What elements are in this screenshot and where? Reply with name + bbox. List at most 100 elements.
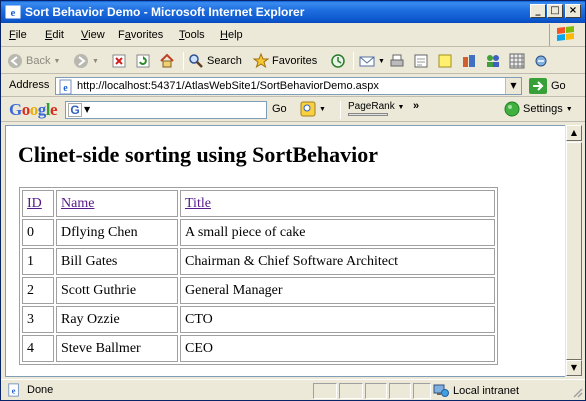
employee-table: ID Name Title 0 Dflying Chen A small pie… xyxy=(19,187,498,365)
cell-name: Ray Ozzie xyxy=(56,306,178,333)
people-icon xyxy=(487,55,499,67)
resize-grip-icon[interactable] xyxy=(571,386,583,398)
title-bar[interactable]: e Sort Behavior Demo - Microsoft Interne… xyxy=(1,1,585,23)
window-title: Sort Behavior Demo - Microsoft Internet … xyxy=(25,5,305,19)
forward-button[interactable]: ▼ xyxy=(73,51,99,71)
favorites-label: Favorites xyxy=(272,55,318,67)
tool-icon xyxy=(535,55,547,67)
mail-icon xyxy=(359,56,375,67)
menu-help[interactable]: Help xyxy=(220,29,243,41)
mail-dropdown-icon: ▼ xyxy=(378,57,385,65)
pagerank-bar xyxy=(348,113,388,116)
edit-button[interactable] xyxy=(413,51,429,71)
sort-link-title[interactable]: Title xyxy=(185,196,211,211)
standard-toolbar: Back ▼ ▼ Search Favorites ▼ xyxy=(1,48,585,74)
settings-label: Settings xyxy=(523,103,563,115)
refresh-button[interactable] xyxy=(135,51,151,71)
menu-bar: File Edit View Favorites Tools Help xyxy=(1,23,585,47)
maximize-button[interactable]: □ xyxy=(547,4,563,18)
column-header-title[interactable]: Title xyxy=(180,190,495,217)
extra-tool-button[interactable] xyxy=(533,51,549,71)
history-icon xyxy=(331,54,345,68)
security-zone: Local intranet xyxy=(433,383,519,399)
google-settings-button[interactable]: Settings ▼ xyxy=(504,101,573,117)
menu-tools[interactable]: Tools xyxy=(179,29,205,41)
address-dropdown-icon[interactable]: ▼ xyxy=(505,78,521,94)
research-button[interactable] xyxy=(461,51,477,71)
menu-edit[interactable]: Edit xyxy=(45,29,64,41)
stop-button[interactable] xyxy=(111,51,127,71)
home-button[interactable] xyxy=(159,51,175,71)
google-search-icon xyxy=(300,101,316,117)
stop-icon xyxy=(112,54,126,68)
google-dropdown-icon[interactable]: ▼ xyxy=(84,105,90,114)
google-toolbar: Google G ▼ Go ▼ PageRank ▼ » Settings ▼ xyxy=(1,98,585,122)
scroll-up-arrow-icon[interactable]: ▲ xyxy=(566,125,582,141)
settings-icon xyxy=(504,101,520,117)
grid-tool-button[interactable] xyxy=(509,51,525,71)
mail-button[interactable]: ▼ xyxy=(359,51,385,71)
cell-title: CTO xyxy=(180,306,495,333)
cell-id: 1 xyxy=(22,248,54,275)
column-header-name[interactable]: Name xyxy=(56,190,178,217)
vertical-scrollbar[interactable]: ▲ ▼ xyxy=(565,125,582,377)
zone-label: Local intranet xyxy=(453,385,520,397)
edit-icon xyxy=(414,54,428,68)
google-go-button[interactable]: Go xyxy=(272,103,287,115)
refresh-icon xyxy=(136,54,150,68)
page-done-icon: e xyxy=(8,383,19,397)
back-arrow-icon xyxy=(8,54,22,68)
address-bar: Address e http://localhost:54371/AtlasWe… xyxy=(1,75,585,97)
google-search-web-button[interactable]: ▼ xyxy=(300,101,326,117)
grid-icon xyxy=(509,53,525,69)
address-url: http://localhost:54371/AtlasWebSite1/Sor… xyxy=(77,80,379,92)
back-button[interactable]: Back ▼ xyxy=(7,51,60,71)
menu-view[interactable]: View xyxy=(81,29,105,41)
messenger-button[interactable] xyxy=(485,51,501,71)
google-search-input[interactable]: G ▼ xyxy=(65,101,267,119)
cell-title: General Manager xyxy=(180,277,495,304)
menu-favorites[interactable]: Favorites xyxy=(118,29,163,41)
menu-file[interactable]: File xyxy=(9,29,27,41)
print-button[interactable] xyxy=(389,51,405,71)
print-icon xyxy=(390,54,404,67)
page-content: Clinet-side sorting using SortBehavior I… xyxy=(5,125,565,377)
search-label: Search xyxy=(207,55,242,67)
scroll-down-arrow-icon[interactable]: ▼ xyxy=(566,360,582,376)
back-dropdown-icon: ▼ xyxy=(53,57,61,65)
status-pane xyxy=(389,383,411,399)
column-header-id[interactable]: ID xyxy=(22,190,54,217)
table-row: 1 Bill Gates Chairman & Chief Software A… xyxy=(22,248,495,275)
address-input[interactable]: e http://localhost:54371/AtlasWebSite1/S… xyxy=(55,77,522,95)
more-chevron-icon[interactable]: » xyxy=(413,100,419,112)
pagerank-indicator[interactable]: PageRank ▼ xyxy=(348,101,404,116)
browser-window: e Sort Behavior Demo - Microsoft Interne… xyxy=(0,0,586,401)
go-arrow-icon xyxy=(529,78,547,94)
status-pane xyxy=(339,383,363,399)
google-g-icon: G xyxy=(68,103,82,117)
page-icon: e xyxy=(59,79,72,95)
cell-name: Bill Gates xyxy=(56,248,178,275)
sort-link-id[interactable]: ID xyxy=(27,196,42,211)
favorites-button[interactable]: Favorites xyxy=(253,51,317,71)
note-icon xyxy=(438,54,452,68)
cell-name: Steve Ballmer xyxy=(56,335,178,362)
back-label: Back xyxy=(26,55,51,67)
cell-name: Scott Guthrie xyxy=(56,277,178,304)
intranet-zone-icon xyxy=(433,384,449,397)
close-button[interactable]: × xyxy=(565,4,581,18)
go-button[interactable]: Go xyxy=(529,77,566,95)
history-button[interactable] xyxy=(330,51,346,71)
discuss-button[interactable] xyxy=(437,51,453,71)
scroll-thumb[interactable] xyxy=(566,142,582,360)
search-button[interactable]: Search xyxy=(188,51,242,71)
status-text: Done xyxy=(27,384,54,396)
sort-link-name[interactable]: Name xyxy=(61,196,94,211)
forward-arrow-icon xyxy=(74,54,88,68)
table-row: 0 Dflying Chen A small piece of cake xyxy=(22,219,495,246)
page-heading: Clinet-side sorting using SortBehavior xyxy=(18,142,378,167)
status-bar: e Done Local intranet xyxy=(1,379,585,400)
cell-id: 0 xyxy=(22,219,54,246)
cell-title: A small piece of cake xyxy=(180,219,495,246)
minimize-button[interactable]: _ xyxy=(530,4,546,18)
